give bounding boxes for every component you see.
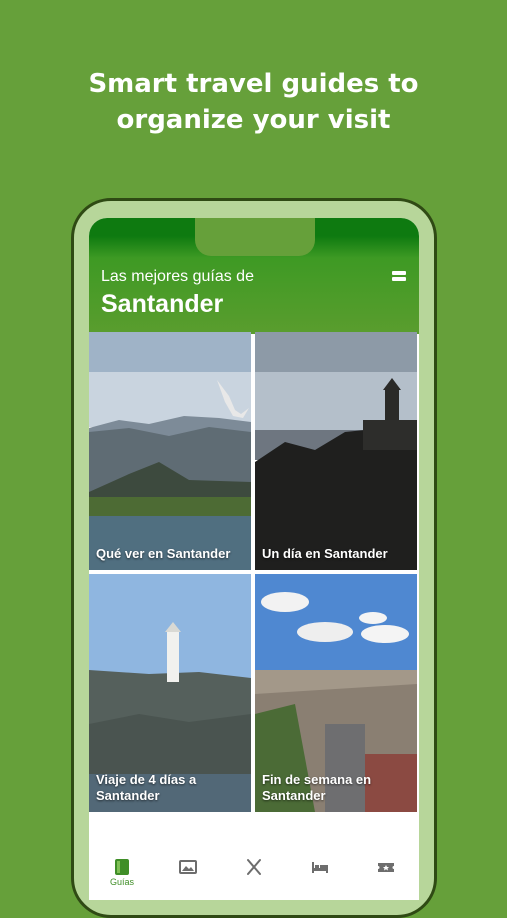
guides-grid: Qué ver en Santander Un día en Santander bbox=[89, 332, 419, 816]
headline-line-2: organize your visit bbox=[116, 105, 391, 135]
promo-headline: Smart travel guides to organize your vis… bbox=[0, 66, 507, 138]
tab-entradas[interactable] bbox=[353, 846, 419, 900]
tab-alojamiento[interactable] bbox=[287, 846, 353, 900]
mountains-bird-image bbox=[89, 332, 251, 570]
tab-label: Guías bbox=[109, 877, 134, 887]
guide-card-fin-de-semana[interactable]: Fin de semana en Santander bbox=[255, 574, 417, 812]
guide-card-que-ver[interactable]: Qué ver en Santander bbox=[89, 332, 251, 570]
guide-card-un-dia[interactable]: Un día en Santander bbox=[255, 332, 417, 570]
image-icon bbox=[179, 860, 197, 874]
tab-fotos[interactable] bbox=[155, 846, 221, 900]
app-screen: Las mejores guías de Santander Qué ver e… bbox=[89, 218, 419, 900]
tab-guias[interactable]: Guías bbox=[89, 846, 155, 900]
ticket-icon bbox=[378, 863, 394, 872]
guide-card-label: Fin de semana en Santander bbox=[262, 772, 372, 803]
guide-card-4-dias[interactable]: Viaje de 4 días a Santander bbox=[89, 574, 251, 812]
city-title: Santander bbox=[101, 290, 224, 318]
guide-card-label: Un día en Santander bbox=[262, 546, 388, 561]
utensils-icon bbox=[247, 859, 261, 875]
phone-notch bbox=[195, 218, 315, 256]
header-subtitle: Las mejores guías de bbox=[101, 268, 254, 285]
guide-card-label: Viaje de 4 días a Santander bbox=[96, 772, 197, 803]
bottom-tab-bar: Guías bbox=[89, 846, 419, 900]
tab-restaurantes[interactable] bbox=[221, 846, 287, 900]
lighthouse-dusk-image bbox=[255, 332, 417, 570]
headline-line-1: Smart travel guides to bbox=[88, 69, 419, 99]
guide-card-label: Qué ver en Santander bbox=[96, 546, 231, 561]
book-icon bbox=[115, 859, 129, 875]
bed-icon bbox=[312, 862, 328, 873]
app-header: Las mejores guías de Santander bbox=[89, 218, 419, 334]
menu-icon[interactable] bbox=[392, 271, 406, 283]
